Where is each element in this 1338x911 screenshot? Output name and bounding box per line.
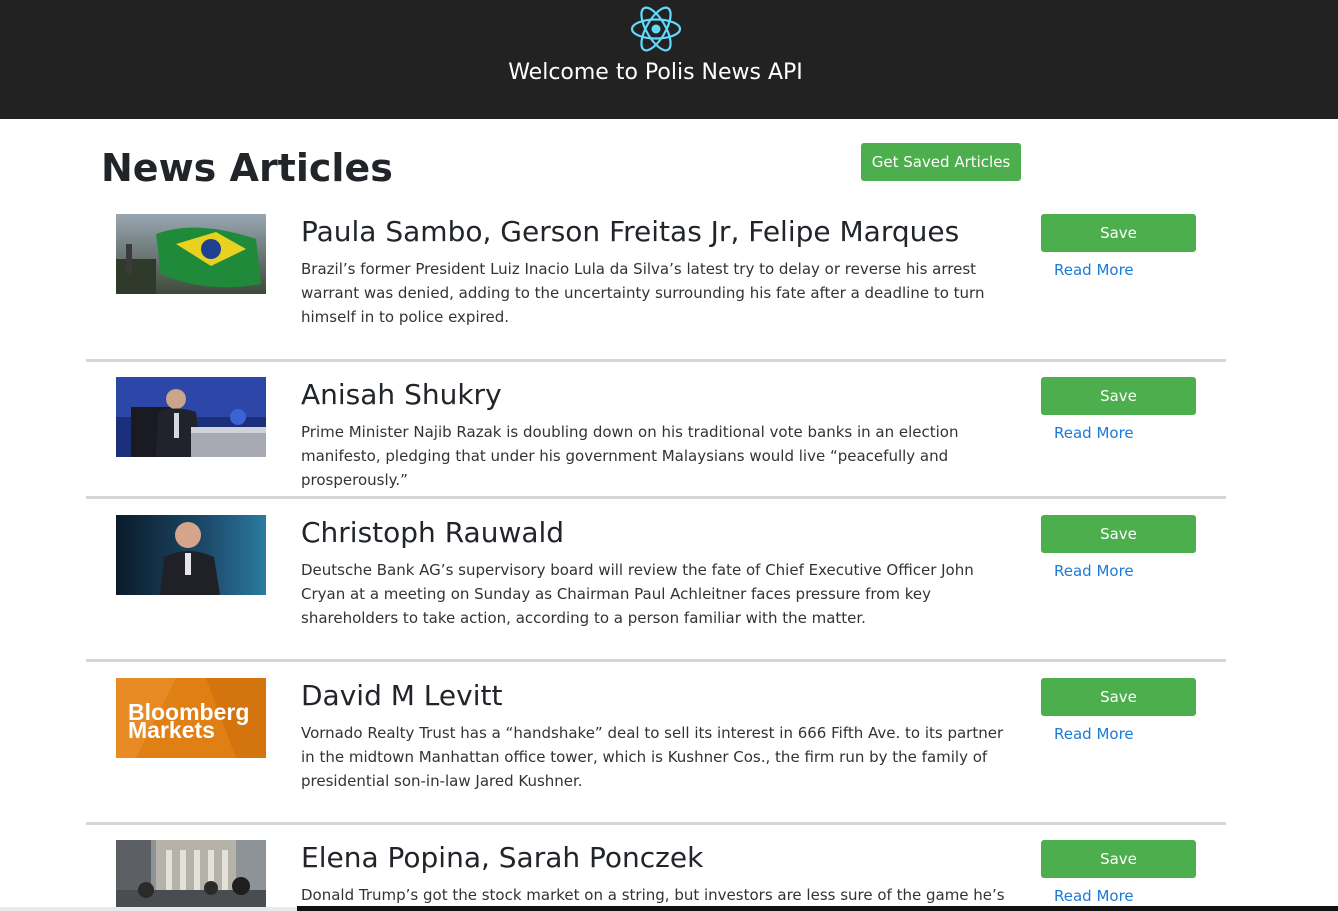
article-thumbnail xyxy=(116,377,266,457)
article-description: Deutsche Bank AG’s supervisory board wil… xyxy=(301,561,974,627)
save-button[interactable]: Save xyxy=(1041,377,1196,415)
app-title: Welcome to Polis News API xyxy=(508,60,803,85)
read-more-link[interactable]: Read More xyxy=(1054,424,1134,442)
window-edge xyxy=(297,906,1338,911)
article-item: Bloomberg Markets David M Levitt Vornado… xyxy=(86,678,1226,808)
article-thumbnail: Bloomberg Markets xyxy=(116,678,266,758)
article-item: Paula Sambo, Gerson Freitas Jr, Felipe M… xyxy=(86,214,1226,344)
article-author: Anisah Shukry xyxy=(301,378,502,411)
article-thumbnail xyxy=(116,840,266,911)
save-button[interactable]: Save xyxy=(1041,515,1196,553)
window-edge xyxy=(0,907,297,911)
article-author: David M Levitt xyxy=(301,679,503,712)
read-more-link[interactable]: Read More xyxy=(1054,261,1134,279)
read-more-link[interactable]: Read More xyxy=(1054,562,1134,580)
app-header: Welcome to Polis News API xyxy=(0,0,1338,119)
divider xyxy=(86,659,1226,662)
read-more-link[interactable]: Read More xyxy=(1054,887,1134,905)
get-saved-articles-button[interactable]: Get Saved Articles xyxy=(861,143,1021,181)
article-item: Elena Popina, Sarah Ponczek Donald Trump… xyxy=(86,840,1226,911)
save-button[interactable]: Save xyxy=(1041,214,1196,252)
article-item: Anisah Shukry Prime Minister Najib Razak… xyxy=(86,377,1226,489)
article-author: Elena Popina, Sarah Ponczek xyxy=(301,841,704,874)
divider xyxy=(86,822,1226,825)
article-description: Donald Trump’s got the stock market on a… xyxy=(301,886,1005,904)
article-description: Vornado Realty Trust has a “handshake” d… xyxy=(301,724,1004,790)
article-description: Brazil’s former President Luiz Inacio Lu… xyxy=(301,260,985,326)
article-thumbnail xyxy=(116,515,266,595)
page-title: News Articles xyxy=(101,146,393,190)
article-description: Prime Minister Najib Razak is doubling d… xyxy=(301,423,959,489)
read-more-link[interactable]: Read More xyxy=(1054,725,1134,743)
save-button[interactable]: Save xyxy=(1041,678,1196,716)
article-thumbnail xyxy=(116,214,266,294)
thumbnail-brand-text: Markets xyxy=(128,717,215,743)
save-button[interactable]: Save xyxy=(1041,840,1196,878)
divider xyxy=(86,496,1226,499)
divider xyxy=(86,359,1226,362)
article-item: Christoph Rauwald Deutsche Bank AG’s sup… xyxy=(86,515,1226,645)
react-atom-icon xyxy=(630,6,682,52)
article-author: Paula Sambo, Gerson Freitas Jr, Felipe M… xyxy=(301,215,960,248)
article-author: Christoph Rauwald xyxy=(301,516,565,549)
